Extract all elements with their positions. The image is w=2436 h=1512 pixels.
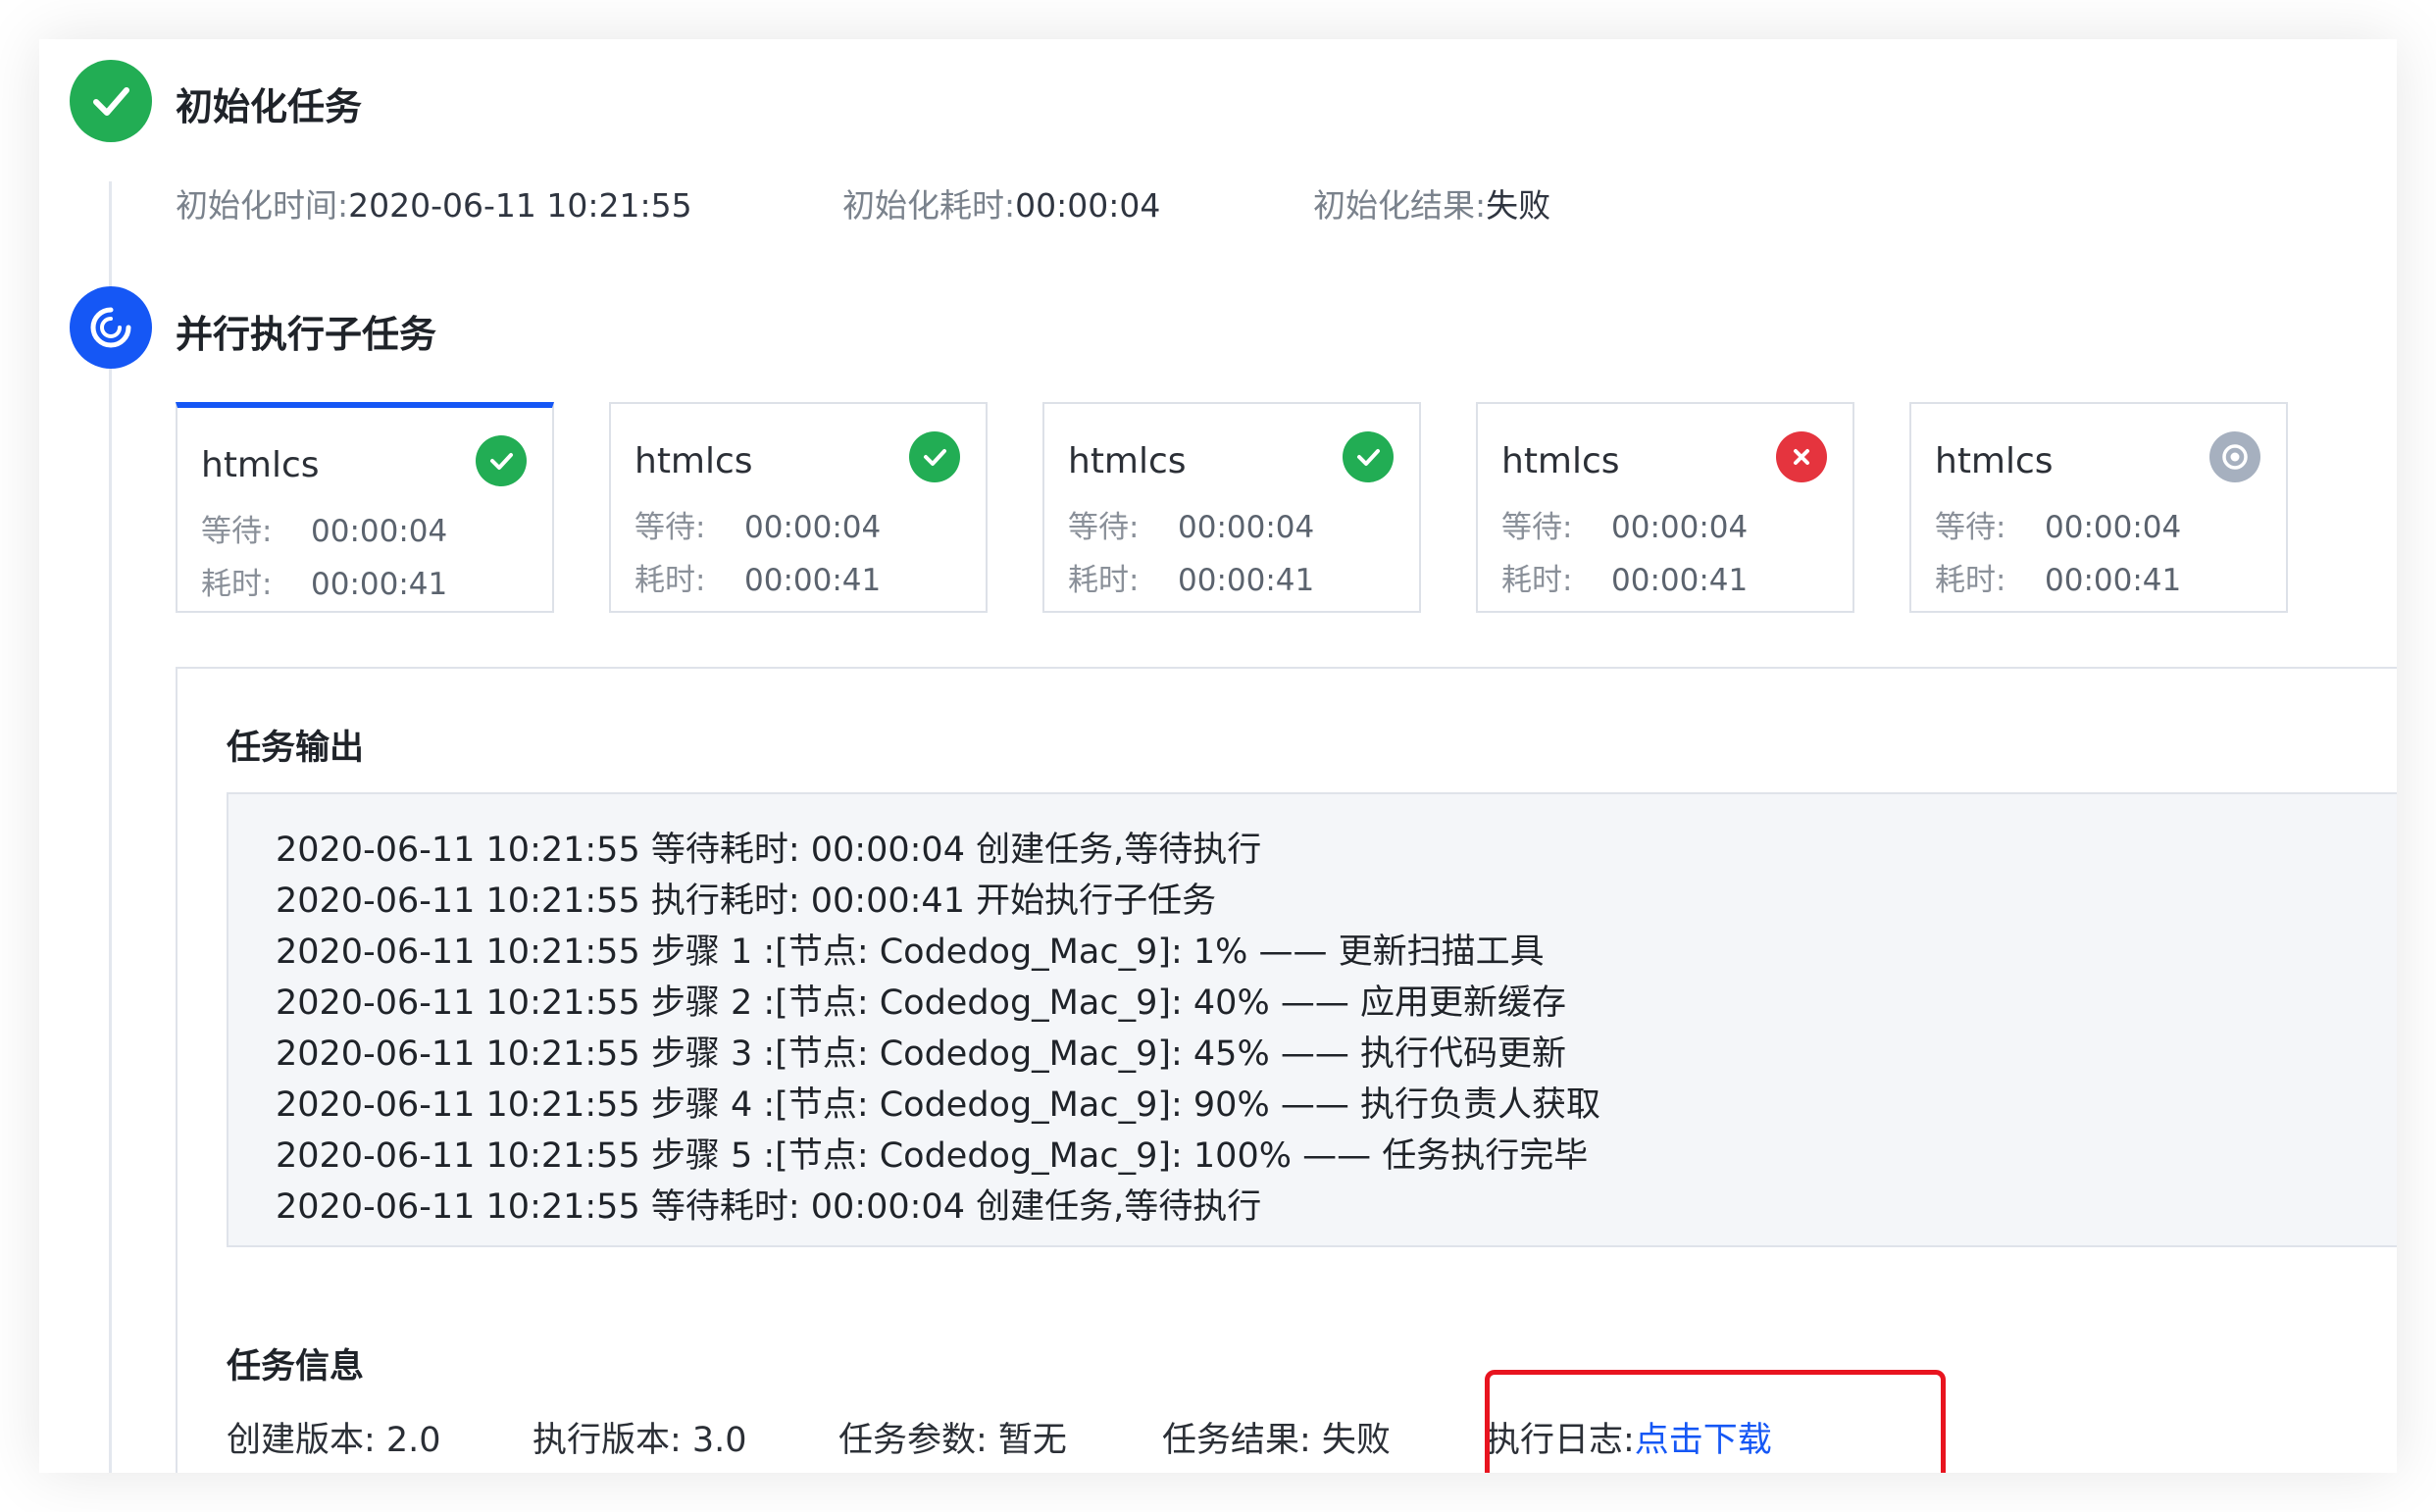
log-line: 2020-06-11 10:21:55 等待耗时: 00:00:04 创建任务,…: [276, 831, 1262, 870]
pipeline-detail-panel: 初始化任务 初始化时间:2020-06-11 10:21:55 初始化耗时:00…: [39, 39, 2397, 1473]
subtask-card[interactable]: htmlcs 等待: 00:00:04 耗时: 00:00:41: [1476, 402, 1854, 613]
log-line: 2020-06-11 10:21:55 步骤 1 :[节点: Codedog_M…: [276, 932, 1545, 972]
subtask-cost: 耗时: 00:00:41: [634, 563, 882, 598]
task-params: 任务参数: 暂无: [838, 1421, 1067, 1460]
output-log-box[interactable]: 2020-06-11 10:21:55 等待耗时: 00:00:04 创建任务,…: [227, 792, 2397, 1247]
subtask-cost: 耗时: 00:00:41: [201, 567, 448, 602]
info-section-title: 任务信息: [227, 1347, 365, 1386]
highlight-annotation-box: [1485, 1370, 1946, 1473]
task-output-panel: 任务输出 2020-06-11 10:21:55 等待耗时: 00:00:04 …: [176, 667, 2397, 1473]
init-time: 初始化时间:2020-06-11 10:21:55: [176, 186, 692, 225]
log-line: 2020-06-11 10:21:55 步骤 3 :[节点: Codedog_M…: [276, 1034, 1566, 1074]
subtask-wait: 等待: 00:00:04: [634, 510, 882, 545]
init-step-title: 初始化任务: [176, 85, 363, 128]
init-duration: 初始化耗时:00:00:04: [842, 186, 1161, 225]
subtask-cost: 耗时: 00:00:41: [1501, 563, 1749, 598]
output-section-title: 任务输出: [227, 729, 365, 768]
subtask-name: htmlcs: [1501, 441, 1620, 481]
subtask-card[interactable]: htmlcs 等待: 00:00:04 耗时: 00:00:41: [609, 402, 988, 613]
subtask-cost: 耗时: 00:00:41: [1068, 563, 1315, 598]
subtask-cost: 耗时: 00:00:41: [1935, 563, 2182, 598]
log-line: 2020-06-11 10:21:55 步骤 5 :[节点: Codedog_M…: [276, 1136, 1589, 1176]
create-version: 创建版本: 2.0: [227, 1421, 441, 1460]
timeline-connector: [109, 181, 112, 1473]
success-check-icon: [476, 435, 527, 486]
step-success-check-icon: [70, 60, 152, 142]
log-line: 2020-06-11 10:21:55 等待耗时: 00:00:04 创建任务,…: [276, 1187, 1262, 1227]
log-line: 2020-06-11 10:21:55 步骤 4 :[节点: Codedog_M…: [276, 1085, 1600, 1125]
success-check-icon: [909, 431, 960, 482]
subtask-name: htmlcs: [201, 445, 320, 485]
subtask-name: htmlcs: [1068, 441, 1187, 481]
exec-version: 执行版本: 3.0: [533, 1421, 747, 1460]
subtask-wait: 等待: 00:00:04: [1501, 510, 1749, 545]
init-result: 初始化结果:失败: [1313, 186, 1551, 225]
pending-target-icon: [2209, 431, 2260, 482]
log-line: 2020-06-11 10:21:55 步骤 2 :[节点: Codedog_M…: [276, 983, 1566, 1023]
subtask-card[interactable]: htmlcs 等待: 00:00:04 耗时: 00:00:41: [1042, 402, 1421, 613]
subtask-wait: 等待: 00:00:04: [1935, 510, 2182, 545]
subtask-card[interactable]: htmlcs 等待: 00:00:04 耗时: 00:00:41: [176, 402, 554, 613]
task-result: 任务结果: 失败: [1162, 1421, 1391, 1460]
subtask-wait: 等待: 00:00:04: [201, 514, 448, 549]
subtask-name: htmlcs: [1935, 441, 2054, 481]
subtask-card[interactable]: htmlcs 等待: 00:00:04 耗时: 00:00:41: [1909, 402, 2288, 613]
subtask-wait: 等待: 00:00:04: [1068, 510, 1315, 545]
parallel-step-title: 并行执行子任务: [176, 313, 437, 356]
step-running-spinner-icon: [70, 286, 152, 369]
subtask-name: htmlcs: [634, 441, 753, 481]
success-check-icon: [1343, 431, 1394, 482]
log-line: 2020-06-11 10:21:55 执行耗时: 00:00:41 开始执行子…: [276, 882, 1217, 921]
failed-close-icon: [1776, 431, 1827, 482]
